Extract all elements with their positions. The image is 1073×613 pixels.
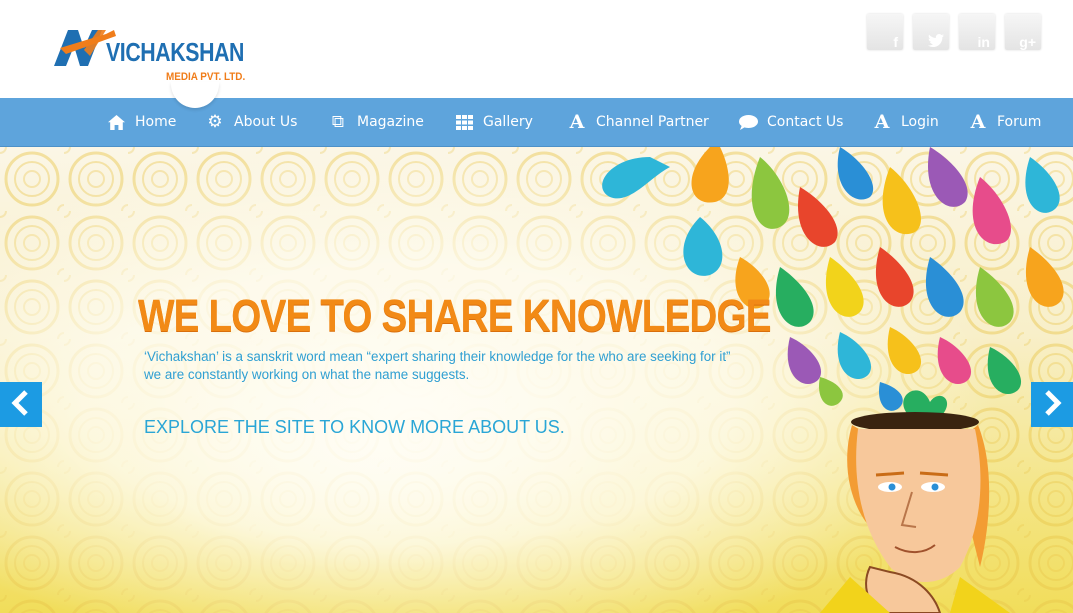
main-navigation: Home ⚙ About Us ⧉ Magazine Gallery A Cha… <box>0 98 1073 147</box>
logo-title: VICHAKSHAN <box>106 37 245 67</box>
nav-magazine-label: Magazine <box>357 114 424 130</box>
chevron-right-icon <box>1042 389 1062 420</box>
facebook-button[interactable]: f <box>867 14 903 50</box>
nav-contact-us-label: Contact Us <box>767 114 844 130</box>
slider-prev-button[interactable] <box>0 382 42 427</box>
copy-icon: ⧉ <box>331 112 345 132</box>
slider-next-button[interactable] <box>1031 382 1073 427</box>
nav-channel-partner-label: Channel Partner <box>596 114 709 130</box>
gears-icon: ⚙ <box>207 112 223 132</box>
google-plus-button[interactable]: g+ <box>1005 14 1041 50</box>
nav-gallery-label: Gallery <box>483 114 533 130</box>
nav-login[interactable]: A Login <box>871 98 939 146</box>
nav-home-label: Home <box>135 114 177 130</box>
font-icon: A <box>569 111 585 133</box>
site-logo[interactable]: VICHAKSHAN MEDIA PVT. LTD. <box>54 26 254 86</box>
linkedin-button[interactable]: in <box>959 14 995 50</box>
nav-contact-us[interactable]: Contact Us <box>737 98 843 146</box>
hero-description: ‘Vichakshan’ is a sanskrit word mean “ex… <box>144 349 731 382</box>
explore-link[interactable]: EXPLORE THE SITE TO KNOW MORE ABOUT US. <box>144 416 565 438</box>
nav-forum-label: Forum <box>997 114 1042 130</box>
twitter-button[interactable] <box>913 14 949 50</box>
nav-magazine[interactable]: ⧉ Magazine <box>327 98 424 146</box>
linkedin-icon: in <box>977 34 990 50</box>
nav-forum[interactable]: A Forum <box>967 98 1042 146</box>
comment-icon <box>737 111 759 133</box>
facebook-icon: f <box>893 34 898 50</box>
google-plus-icon: g+ <box>1019 34 1036 50</box>
nav-login-label: Login <box>901 114 939 130</box>
nav-channel-partner[interactable]: A Channel Partner <box>566 98 709 146</box>
twitter-icon <box>928 34 944 50</box>
hero-headline: WE LOVE TO SHARE KNOWLEDGE <box>138 290 772 341</box>
nav-about-us-label: About Us <box>234 114 298 130</box>
nav-about-us[interactable]: ⚙ About Us <box>204 98 297 146</box>
site-header: VICHAKSHAN MEDIA PVT. LTD. f in g+ <box>0 0 1073 108</box>
chevron-left-icon <box>11 389 31 420</box>
grid-icon <box>453 111 475 133</box>
hero-slider: WE LOVE TO SHARE KNOWLEDGE ‘Vichakshan’ … <box>0 147 1073 613</box>
nav-gallery[interactable]: Gallery <box>453 98 533 146</box>
nav-home[interactable]: Home <box>105 98 176 146</box>
font-icon: A <box>970 111 986 133</box>
font-icon: A <box>874 111 890 133</box>
home-icon <box>105 111 127 133</box>
